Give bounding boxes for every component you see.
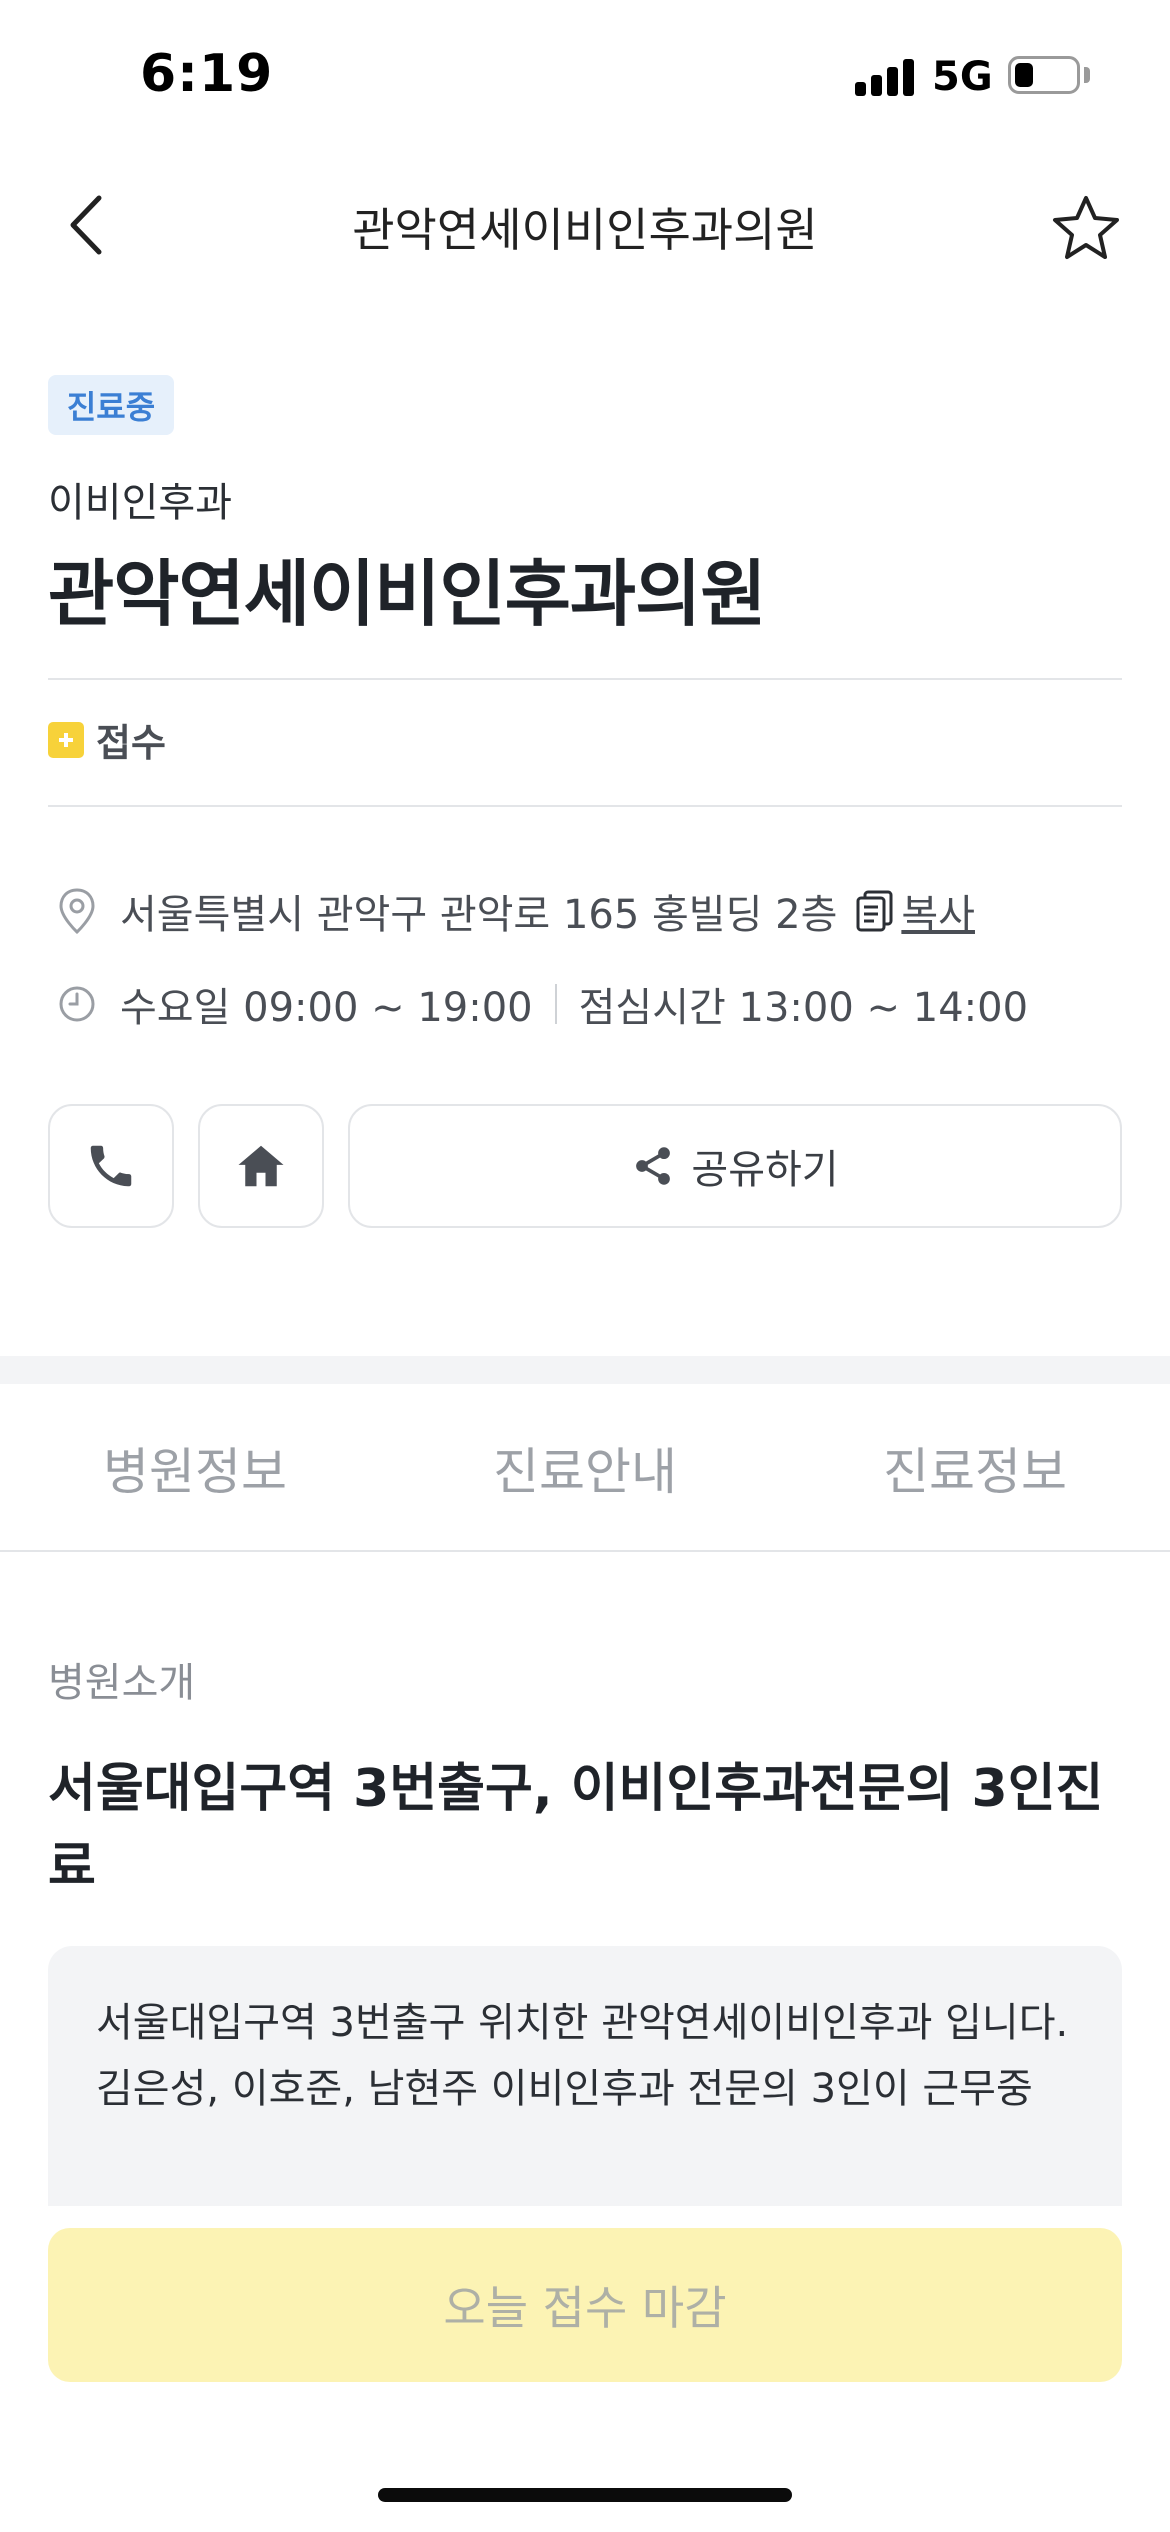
share-button[interactable]: 공유하기	[348, 1104, 1122, 1228]
network-type: 5G	[932, 54, 993, 100]
divider	[554, 984, 557, 1024]
address-text: 서울특별시 관악구 관악로 165 홍빌딩 2층	[120, 892, 838, 938]
nav-header: 관악연세이비인후과의원	[0, 170, 1170, 280]
divider	[0, 1550, 1170, 1552]
phone-icon	[90, 1145, 132, 1187]
star-outline-icon	[1053, 196, 1119, 259]
call-button[interactable]	[48, 1104, 174, 1228]
reception-label: 접수	[96, 721, 166, 765]
home-indicator	[378, 2488, 792, 2502]
section-separator	[0, 1356, 1170, 1384]
plus-icon	[48, 721, 84, 758]
tab-hospital-info[interactable]: 병원정보	[0, 1432, 390, 1504]
signal-icon	[855, 58, 915, 96]
divider	[48, 805, 1122, 807]
nav-title: 관악연세이비인후과의원	[352, 203, 818, 257]
location-pin-icon	[48, 882, 106, 940]
lunch-text: 점심시간 13:00 ~ 14:00	[578, 985, 1029, 1031]
tab-treatment-guide[interactable]: 진료안내	[390, 1432, 780, 1504]
tab-treatment-info[interactable]: 진료정보	[780, 1432, 1170, 1504]
intro-box: 서울대입구역 3번출구 위치한 관악연세이비인후과 입니다. 김은성, 이호준,…	[48, 1946, 1122, 2206]
copy-address-button[interactable]: 복사	[855, 882, 975, 940]
status-time: 6:19	[140, 44, 274, 104]
hours-row: 수요일 09:00 ~ 19:00 점심시간 13:00 ~ 14:00	[48, 975, 1028, 1033]
chevron-left-icon	[70, 195, 102, 255]
share-label: 공유하기	[691, 1147, 839, 1193]
hospital-name: 관악연세이비인후과의원	[48, 552, 767, 636]
share-icon	[636, 1147, 671, 1185]
hours-text: 수요일 09:00 ~ 19:00	[120, 985, 533, 1031]
status-bar: 6:19 5G	[0, 0, 1170, 150]
copy-icon	[856, 890, 893, 932]
clock-icon	[48, 975, 106, 1033]
divider	[48, 678, 1122, 680]
address-row: 서울특별시 관악구 관악로 165 홍빌딩 2층 복사	[48, 882, 975, 940]
reception-closed-button[interactable]: 오늘 접수 마감	[48, 2228, 1122, 2382]
home-icon	[238, 1145, 284, 1187]
favorite-button[interactable]	[1048, 190, 1124, 266]
status-badge: 진료중	[48, 375, 174, 435]
intro-body: 서울대입구역 3번출구 위치한 관악연세이비인후과 입니다. 김은성, 이호준,…	[96, 2000, 1069, 2112]
copy-label: 복사	[901, 892, 975, 938]
section-label: 병원소개	[48, 1660, 196, 1706]
battery-icon	[1008, 56, 1080, 94]
battery-cap	[1084, 67, 1090, 83]
back-button[interactable]	[52, 190, 122, 260]
reception-indicator: 접수	[48, 712, 166, 767]
tab-bar: 병원정보 진료안내 진료정보	[0, 1384, 1170, 1552]
department-label: 이비인후과	[48, 480, 232, 526]
homepage-button[interactable]	[198, 1104, 324, 1228]
intro-title: 서울대입구역 3번출구, 이비인후과전문의 3인진료	[48, 1759, 1104, 1897]
